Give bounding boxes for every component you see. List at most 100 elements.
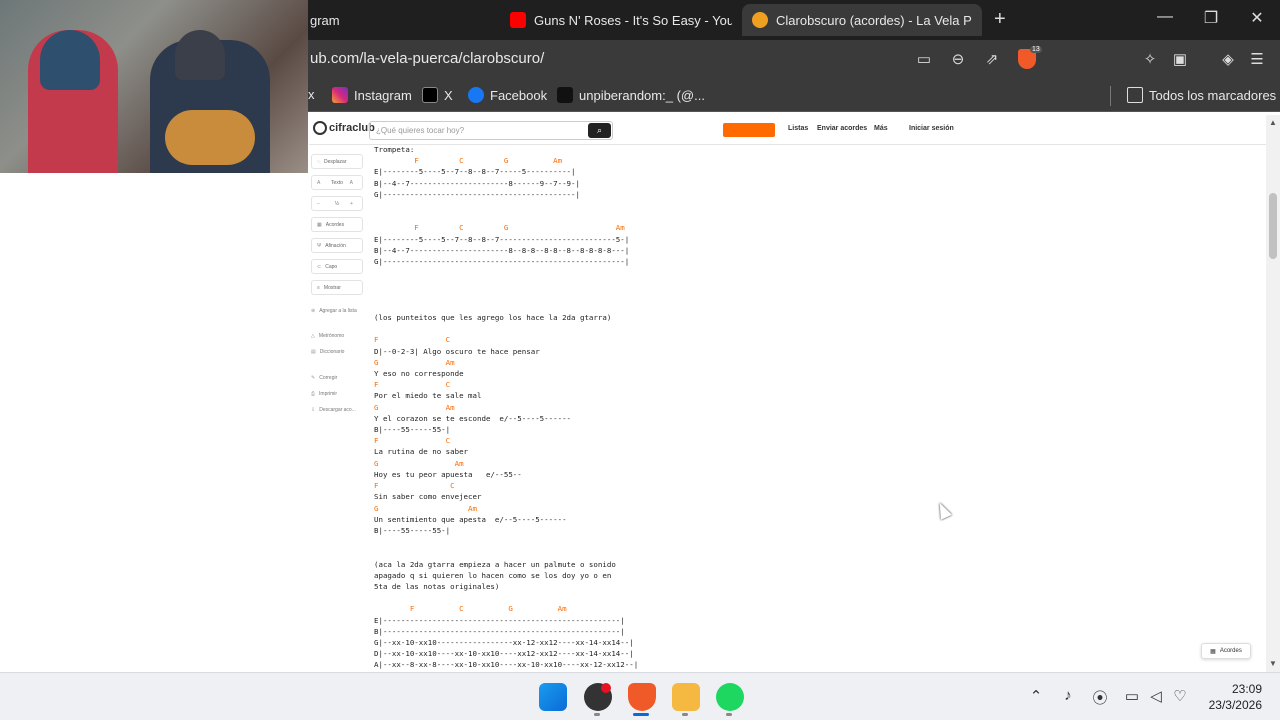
metronome-icon: △ [311,333,315,339]
bookmark-x[interactable]: X [422,87,453,103]
promo-button[interactable] [723,123,775,137]
download-icon: ⇩ [311,407,316,413]
texto-button[interactable]: A Texto A [311,175,363,190]
nav-listas[interactable]: Listas [788,125,808,132]
scroll-up-icon[interactable]: ▲ [1269,118,1277,127]
lyric-line: Un sentimiento que apesta e/--5----5----… [374,514,567,524]
bookmark-instagram[interactable]: Instagram [332,87,412,103]
lyric-line [374,290,638,301]
lyric-line: A|--xx--8-xx-8----xx-10-xx10----xx-10-xx… [374,660,639,670]
chord-line: G Am [374,503,477,513]
close-tab-icon[interactable]: ✕ [972,12,983,29]
lyric-line: La rutina de no saber [374,447,469,457]
file-explorer-icon[interactable] [672,683,700,711]
lyric-line: B|--4--7----------------------8--8-8--8-… [374,245,630,255]
cast-icon[interactable]: ▭ [914,50,934,68]
bookmark-label: Facebook [490,87,548,103]
desplazar-button[interactable]: ◌ Desplazar [311,154,363,169]
tab-instagram[interactable]: gram [300,4,460,36]
notifications-icon[interactable]: ♡ [1170,687,1190,705]
size-stepper[interactable]: − ½ + [311,196,363,211]
vpn-icon[interactable]: ◈ [1218,50,1238,68]
acordes-chip-label: Acordes [1219,648,1242,654]
bookmark-x-partial[interactable]: x [308,87,315,102]
reader-icon[interactable]: ▣ [1170,50,1190,68]
nav-mas[interactable]: Más [874,125,888,132]
agregar-link[interactable]: ⊕ Agregar a la lista [311,308,357,314]
app-indicator [726,713,732,716]
share-icon[interactable]: ⇗ [982,50,1002,68]
tray-chevron-icon[interactable]: ⌃ [1026,687,1046,705]
capo-button[interactable]: ⊂ Capo [311,259,363,274]
minus-icon[interactable]: − [317,201,320,207]
spotify-icon[interactable] [716,683,744,711]
size-value: ½ [334,200,340,207]
bookmark-facebook[interactable]: Facebook [468,87,547,103]
shield-count-badge: 13 [1030,46,1042,53]
lyric-line: B|----55-----55-| [374,525,451,535]
chord-line: F C G Am [374,223,625,233]
page-scrollbar[interactable]: ▲ ▼ [1266,115,1280,672]
lyric-line: apagado q si quieren lo hacen como se lo… [374,570,612,580]
tab-clarobscuro[interactable]: Clarobscuro (acordes) - La Vela P ✕ [742,4,982,36]
lyric-line: E|--------5----5--7--8--8--7-----5------… [374,167,576,177]
lyric-line [374,323,638,334]
chord-line: G Am [374,458,464,468]
display-icon[interactable]: ▭ [1122,687,1142,705]
mostrar-button[interactable]: ≡ Mostrar [311,280,363,295]
afinacion-button[interactable]: Ψ Afinación [311,238,363,253]
nav-iniciar-sesion[interactable]: Iniciar sesión [909,125,954,132]
imprimir-link[interactable]: ⎙ Imprimir [311,391,337,397]
lyric-line [374,536,638,547]
new-tab-button[interactable]: + [994,8,1006,31]
bookmark-label: Instagram [354,87,412,103]
url-field[interactable]: ub.com/la-vela-puerca/clarobscuro/ [310,50,544,67]
taskbar-clock[interactable]: 23:09 23/3/2026 [1200,681,1262,713]
corregir-label: Corregir [319,375,338,381]
lyric-line [374,211,638,222]
corregir-link[interactable]: ✎ Corregir [311,375,337,381]
metronomo-link[interactable]: △ Metrónomo [311,333,344,339]
acordes-button[interactable]: ▦ Acordes [311,217,363,232]
plus-icon[interactable]: + [350,201,353,207]
nav-enviar-acordes[interactable]: Enviar acordes [817,125,867,132]
cap-right [175,30,225,80]
scroll-thumb[interactable] [1269,193,1277,259]
all-bookmarks-button[interactable]: Todos los marcadores [1127,87,1276,103]
lyric-line: Y eso no corresponde [374,369,464,379]
zoom-icon[interactable]: ⊖ [948,50,968,68]
tab-title: Clarobscuro (acordes) - La Vela P [776,12,972,28]
restore-icon[interactable]: ❐ [1199,8,1223,28]
close-window-icon[interactable]: ✕ [1245,8,1269,28]
search-button[interactable]: ⌕ [588,123,611,138]
site-logo[interactable]: cifraclub [313,121,375,135]
afinacion-label: Afinación [325,242,346,249]
lyric-line: B|----55-----55-| [374,425,451,435]
extensions-icon[interactable]: ✧ [1140,50,1160,68]
tab-youtube[interactable]: Guns N' Roses - It's So Easy - YouTub [500,4,732,36]
x-icon [422,87,438,103]
app-indicator [594,713,600,716]
descargar-link[interactable]: ⇩ Descargar aco... [311,407,356,413]
diccionario-label: Diccionario [319,349,345,355]
scroll-down-icon[interactable]: ▼ [1269,659,1277,668]
acordes-floating-button[interactable]: ▦ Acordes [1201,643,1251,659]
volume-tray-icon[interactable]: ♪ [1058,687,1078,704]
instagram-icon [332,87,348,103]
bookmark-tiktok[interactable]: unpiberandom:_ (@... [557,87,705,103]
lyric-line [374,301,638,312]
diccionario-link[interactable]: ▤ Diccionario [311,349,344,355]
chord-line: F C [374,436,451,446]
start-icon[interactable] [539,683,567,711]
speaker-icon[interactable]: ◁ [1146,687,1166,705]
texto-label: Texto [331,179,343,186]
brave-icon[interactable] [628,683,656,711]
tab-title: Guns N' Roses - It's So Easy - YouTub [534,12,732,28]
search-input[interactable]: ¿Qué quieres tocar hoy? [369,121,613,140]
lyric-line: G|--------------------------------------… [374,257,630,267]
show-icon: ≡ [317,284,320,291]
tuning-icon: Ψ [317,242,322,249]
menu-icon[interactable]: ☰ [1247,50,1267,68]
minimize-icon[interactable]: — [1153,8,1177,26]
microphone-icon[interactable]: ⦿ [1090,687,1110,708]
